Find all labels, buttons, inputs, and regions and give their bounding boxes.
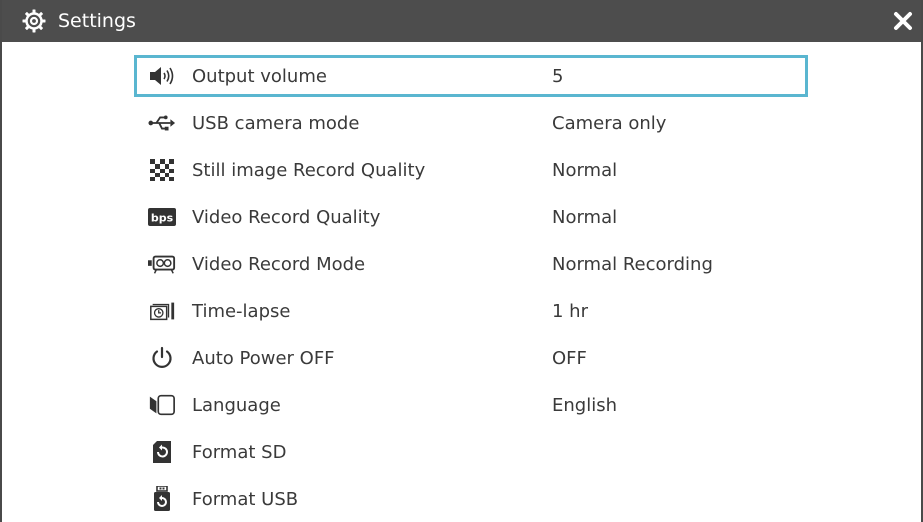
bps-icon: bps — [148, 204, 176, 230]
setting-label: Video Record Quality — [192, 206, 381, 228]
setting-value: Normal Recording — [552, 253, 713, 275]
close-icon[interactable] — [893, 11, 913, 31]
title-bar: Settings — [2, 0, 921, 42]
setting-value: Normal — [552, 206, 618, 228]
gear-icon — [22, 9, 46, 33]
setting-time-lapse[interactable]: Time-lapse 1 hr — [134, 290, 808, 332]
setting-label: Auto Power OFF — [192, 347, 335, 369]
setting-value: Normal — [552, 159, 618, 181]
setting-value: English — [552, 394, 617, 416]
language-icon — [148, 392, 176, 418]
setting-label: Still image Record Quality — [192, 159, 426, 181]
usb-icon — [148, 110, 176, 136]
page-title: Settings — [58, 10, 136, 32]
timelapse-icon — [148, 298, 176, 324]
setting-label: Video Record Mode — [192, 253, 366, 275]
setting-video-record-quality[interactable]: bps Video Record Quality Normal — [134, 196, 808, 238]
settings-window: Settings Output volume 5 USB camera mode… — [0, 0, 923, 522]
setting-value: 5 — [552, 65, 564, 87]
video-camera-icon — [148, 251, 176, 277]
format-sd-icon — [148, 439, 176, 465]
setting-video-record-mode[interactable]: Video Record Mode Normal Recording — [134, 243, 808, 285]
setting-value: 1 hr — [552, 300, 588, 322]
setting-language[interactable]: Language English — [134, 384, 808, 426]
setting-value: OFF — [552, 347, 587, 369]
setting-still-image-quality[interactable]: Still image Record Quality Normal — [134, 149, 808, 191]
setting-usb-camera-mode[interactable]: USB camera mode Camera only — [134, 102, 808, 144]
setting-value: Camera only — [552, 112, 667, 134]
format-usb-icon — [148, 486, 176, 512]
setting-label: Language — [192, 394, 281, 416]
speaker-icon — [148, 63, 176, 89]
setting-label: Format SD — [192, 441, 287, 463]
setting-label: USB camera mode — [192, 112, 360, 134]
setting-output-volume[interactable]: Output volume 5 — [134, 55, 808, 97]
setting-format-sd[interactable]: Format SD — [134, 431, 808, 473]
image-quality-icon — [148, 157, 176, 183]
setting-label: Time-lapse — [192, 300, 291, 322]
setting-label: Output volume — [192, 65, 327, 87]
setting-auto-power-off[interactable]: Auto Power OFF OFF — [134, 337, 808, 379]
setting-format-usb[interactable]: Format USB — [134, 478, 808, 520]
power-icon — [148, 345, 176, 371]
bps-icon-text: bps — [151, 212, 174, 225]
setting-label: Format USB — [192, 488, 299, 510]
close-button[interactable] — [891, 9, 915, 33]
